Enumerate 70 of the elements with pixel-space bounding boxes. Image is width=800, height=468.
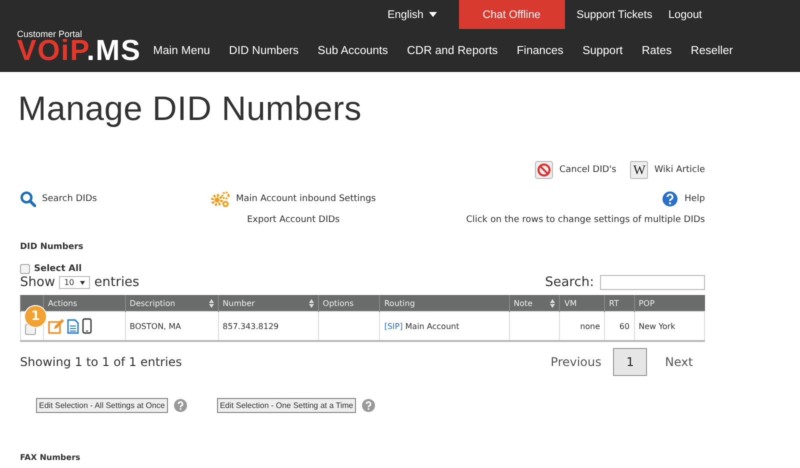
help-icon	[174, 399, 187, 412]
action-link[interactable]: Wiki Article	[654, 165, 705, 175]
language-dropdown[interactable]: English	[379, 0, 445, 29]
table-cell: [SIP] Main Account	[380, 312, 510, 341]
column-header[interactable]: POP	[634, 295, 704, 312]
header-link[interactable]: Logout	[660, 0, 710, 29]
mobile-phone-icon	[82, 318, 92, 334]
length-label: entries	[94, 275, 140, 290]
help-icon	[662, 191, 678, 207]
next-button[interactable]: Next	[653, 349, 705, 375]
portal-label: Customer Portal	[17, 29, 84, 39]
column-header[interactable]: Options	[318, 295, 380, 312]
nav-link[interactable]: Support	[582, 45, 623, 57]
edit-icon	[48, 318, 64, 334]
nav-link[interactable]: Rates	[642, 45, 672, 57]
table-cell: New York	[634, 312, 704, 341]
table-cell: 60	[604, 312, 634, 341]
previous-button[interactable]: Previous	[538, 349, 614, 375]
column-header[interactable]: Description	[125, 295, 218, 312]
hint-text: Click on the rows to change settings of multiple DIDs	[466, 215, 705, 225]
table-cell: BOSTON, MA	[125, 312, 218, 341]
language-label: English	[387, 8, 424, 20]
caret-icon	[80, 280, 86, 284]
gears-icon	[210, 191, 230, 207]
nav-link[interactable]: Finances	[516, 45, 564, 57]
table-cell: 857.343.8129	[218, 312, 318, 341]
settings-link[interactable]: Main Account inbound Settings	[236, 194, 376, 204]
sort-icon	[308, 298, 314, 308]
sort-icon	[550, 298, 556, 308]
logo: VOiP.MS	[17, 36, 142, 66]
page-button[interactable]: 1	[613, 348, 648, 376]
document-icon	[67, 318, 79, 334]
column-header[interactable]: Routing	[380, 295, 510, 312]
edit-selection-button[interactable]: Edit Selection - All Settings at Once	[36, 398, 168, 413]
search-link[interactable]: Search DIDs	[42, 194, 97, 204]
search-icon	[20, 191, 36, 207]
column-header[interactable]: VM	[560, 295, 605, 312]
table-info: Showing 1 to 1 of 1 entries	[20, 355, 182, 369]
nav-link[interactable]: Sub Accounts	[318, 45, 388, 57]
search-field[interactable]	[600, 275, 705, 290]
sort-icon	[208, 298, 214, 308]
nav-link[interactable]: Main Menu	[153, 45, 210, 57]
section-heading: FAX Numbers	[20, 453, 82, 462]
help-icon	[362, 399, 376, 412]
table-cell	[509, 312, 560, 341]
table-cell: none	[560, 312, 605, 341]
nav-link[interactable]: CDR and Reports	[407, 45, 498, 57]
export-link[interactable]: Export Account DIDs	[210, 215, 458, 225]
page-title: Manage DID Numbers	[18, 90, 363, 129]
action-link[interactable]: Cancel DID's	[559, 165, 616, 175]
edit-selection-button[interactable]: Edit Selection - One Setting at a Time	[216, 398, 356, 413]
caret-icon	[428, 12, 437, 17]
header-link[interactable]: Support Tickets	[568, 0, 660, 29]
table-cell	[318, 312, 380, 341]
help-link[interactable]: Help	[684, 194, 705, 204]
page-size-select[interactable]: 10	[59, 276, 90, 289]
chat-status-button[interactable]: Chat Offline	[458, 0, 565, 29]
checkbox-label: Select All	[34, 264, 82, 274]
column-header[interactable]: Actions	[44, 295, 126, 312]
search-label: Search:	[544, 275, 594, 290]
nav-link[interactable]: DID Numbers	[229, 45, 299, 57]
length-label: Show	[20, 275, 56, 290]
column-header[interactable]: RT	[604, 295, 634, 312]
section-heading: DID Numbers	[20, 242, 84, 252]
no-entry-icon	[535, 161, 554, 179]
nav-link[interactable]: Reseller	[690, 45, 733, 57]
column-header[interactable]: Note	[509, 295, 560, 312]
column-header[interactable]: Number	[218, 295, 318, 312]
wikipedia-icon: W	[630, 161, 648, 179]
checkbox[interactable]	[20, 264, 30, 274]
